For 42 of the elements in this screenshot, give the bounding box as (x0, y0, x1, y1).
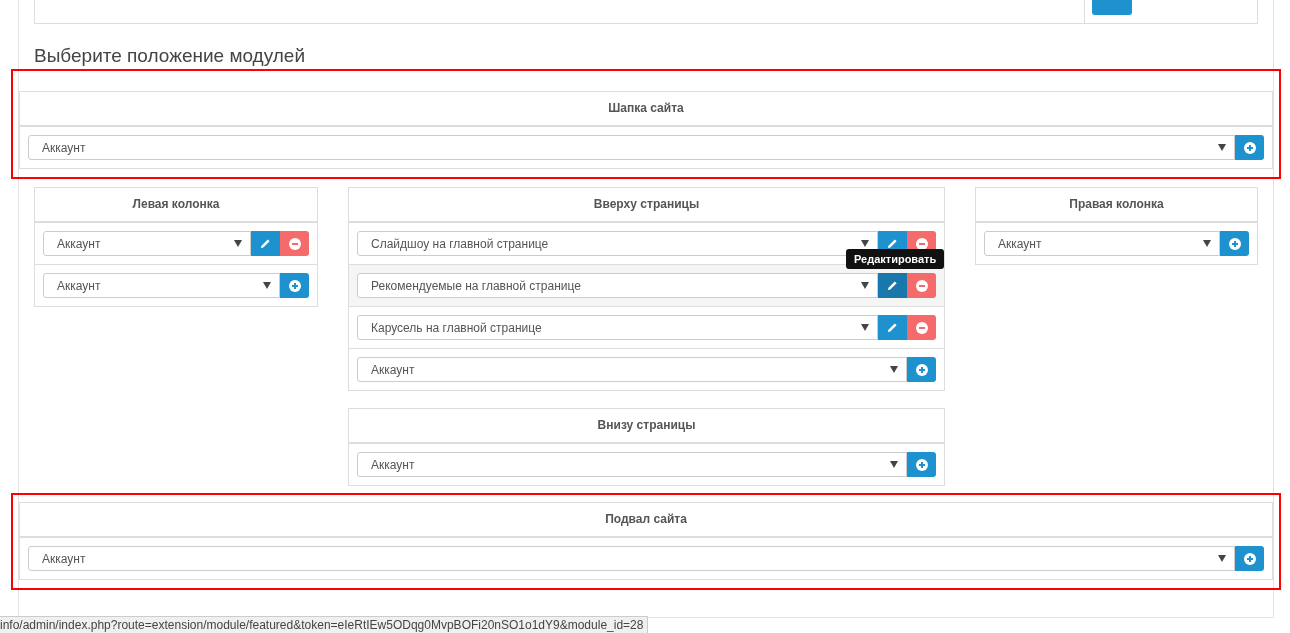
add-button[interactable] (280, 273, 309, 298)
add-button[interactable] (1235, 546, 1264, 571)
module-select[interactable]: Аккаунт (43, 231, 251, 256)
section-title: Выберите положение модулей (33, 44, 307, 68)
plus-circle-icon (1228, 237, 1241, 250)
caret-icon (1218, 555, 1226, 562)
plus-circle-icon (288, 279, 301, 292)
add-button[interactable] (1235, 135, 1264, 160)
module-select[interactable]: Аккаунт (357, 357, 907, 382)
add-button[interactable] (1220, 231, 1249, 256)
caret-icon (234, 240, 242, 247)
pencil-icon (887, 280, 898, 291)
status-bar: info/admin/index.php?route=extension/module/featured&token=eIeRtIEw5ODqg0MvpBOFi20nSO1o1dY9&module_id=28 (0, 616, 649, 633)
tooltip: Редактировать (846, 249, 945, 269)
pencil-icon (887, 322, 898, 333)
minus-circle-icon (288, 237, 301, 250)
minus-circle-icon (915, 237, 928, 250)
plus-circle-icon (1243, 141, 1256, 154)
caret-icon (890, 366, 898, 373)
caret-icon (890, 461, 898, 468)
module-select[interactable]: Слайдшоу на главной странице (357, 231, 878, 256)
caret-icon (263, 282, 271, 289)
add-button[interactable] (907, 357, 936, 382)
plus-circle-icon (915, 458, 928, 471)
module-select[interactable]: Аккаунт (357, 452, 907, 477)
module-select[interactable]: Карусель на главной странице (357, 315, 878, 340)
caret-icon (1203, 240, 1211, 247)
pencil-icon (260, 238, 271, 249)
minus-circle-icon (915, 279, 928, 292)
module-select[interactable]: Аккаунт (984, 231, 1220, 256)
module-select[interactable]: Аккаунт (28, 546, 1235, 571)
module-select[interactable]: Рекомендуемые на главной странице (357, 273, 878, 298)
caret-icon (1218, 144, 1226, 151)
minus-circle-icon (915, 321, 928, 334)
plus-circle-icon (915, 363, 928, 376)
caret-icon (861, 240, 869, 247)
module-select[interactable]: Аккаунт (43, 273, 280, 298)
caret-icon (861, 324, 869, 331)
add-button[interactable] (907, 452, 936, 477)
module-select[interactable]: Аккаунт (28, 135, 1235, 160)
plus-circle-icon (1243, 552, 1256, 565)
caret-icon (861, 282, 869, 289)
